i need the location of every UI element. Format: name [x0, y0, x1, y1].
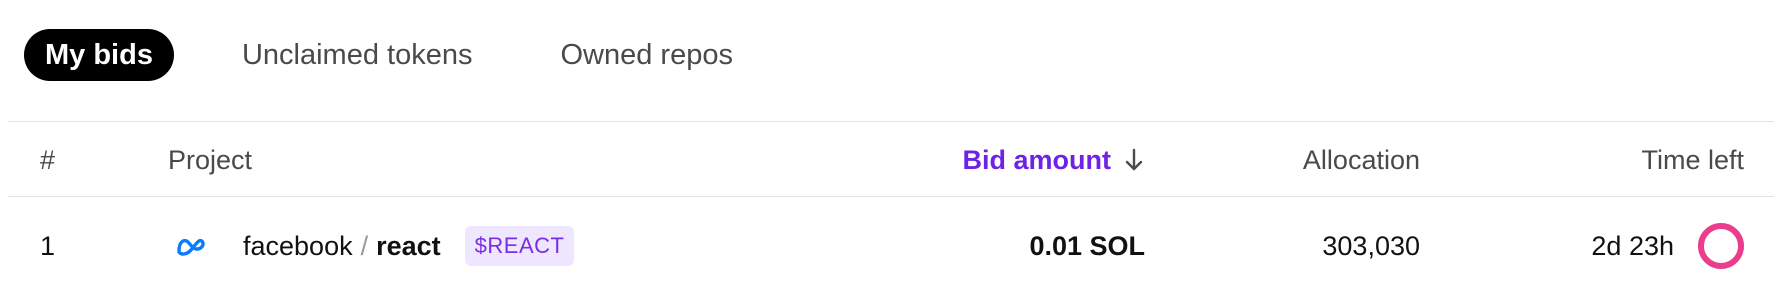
time-left-value: 2d 23h	[1591, 231, 1674, 261]
token-badge: $REACT	[464, 226, 575, 266]
project-cell[interactable]: facebook / react $REACT	[175, 226, 575, 266]
allocation-value: 303,030	[1322, 231, 1420, 261]
header-divider	[8, 121, 1774, 122]
column-header-project: Project	[168, 145, 253, 175]
arrow-down-icon	[1125, 148, 1143, 171]
repo-separator: /	[360, 231, 369, 261]
column-header-number: #	[40, 145, 56, 175]
bid-amount-header-label: Bid amount	[962, 145, 1112, 175]
tab-bar: My bids Unclaimed tokens Owned repos	[24, 29, 733, 81]
timer-ring-icon	[1698, 223, 1744, 269]
repo-owner: facebook	[243, 231, 353, 261]
tab-unclaimed-tokens[interactable]: Unclaimed tokens	[242, 29, 473, 81]
row-number: 1	[40, 231, 56, 261]
bid-amount-value: 0.01 SOL	[1029, 231, 1145, 261]
tab-owned-repos[interactable]: Owned repos	[560, 29, 733, 81]
column-header-allocation: Allocation	[1302, 145, 1420, 175]
column-header-bid-amount[interactable]: Bid amount	[963, 140, 1146, 180]
column-header-time-left: Time left	[1641, 145, 1744, 175]
meta-logo-icon	[177, 238, 205, 256]
repo-name: react	[376, 231, 441, 261]
tab-my-bids[interactable]: My bids	[24, 29, 174, 81]
bids-panel: My bids Unclaimed tokens Owned repos # P…	[0, 0, 1784, 295]
time-left-cell: 2d 23h	[1591, 223, 1744, 269]
row-divider	[8, 196, 1774, 197]
